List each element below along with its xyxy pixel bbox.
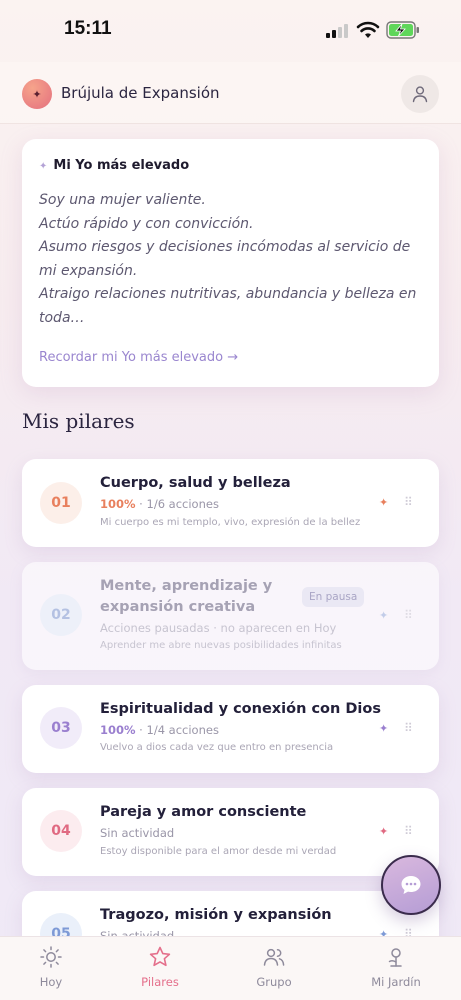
drag-handle-icon[interactable]: ⠿ (404, 495, 413, 509)
nav-item-mi-jardin[interactable]: Mi Jardín (351, 945, 441, 989)
pillar-title: Espiritualidad y conexión con Dios (100, 701, 381, 717)
pillar-progress: 100% · 1/4 acciones (100, 723, 219, 737)
sparkle-icon: ✦ (39, 161, 48, 172)
sparkle-icon: ✦ (379, 722, 389, 735)
pillar-number: 02 (40, 594, 82, 636)
cellular-signal-icon (326, 24, 350, 38)
user-icon (412, 86, 428, 103)
nav-label: Mi Jardín (371, 975, 421, 989)
status-bar: 15:11 (0, 0, 461, 62)
pillar-description: Mi cuerpo es mi templo, vivo, expresión … (100, 517, 360, 528)
pillar-card-espiritualidad[interactable]: 03 Espiritualidad y conexión con Dios 10… (22, 685, 439, 773)
nav-item-grupo[interactable]: Grupo (229, 945, 319, 989)
progress-percent: 100% (100, 497, 136, 511)
pillar-progress: Sin actividad (100, 826, 175, 840)
status-time: 15:11 (64, 18, 112, 39)
sun-icon (40, 946, 62, 968)
plant-icon (388, 948, 402, 967)
app-header: ✦ Brújula de Expansión (0, 62, 461, 124)
pillar-title: Cuerpo, salud y belleza (100, 475, 291, 491)
battery-charging-icon (386, 21, 419, 39)
pillar-description: Aprender me abre nuevas posibilidades in… (100, 640, 342, 651)
star-icon (149, 946, 171, 967)
progress-percent: 100% (100, 723, 136, 737)
sparkle-icon: ✦ (379, 609, 389, 622)
pillar-card-mente[interactable]: 02 Mente, aprendizaje y expansión creati… (22, 562, 439, 670)
nav-item-pilares[interactable]: Pilares (115, 945, 205, 989)
wifi-icon (356, 21, 380, 38)
people-icon (263, 948, 285, 966)
sparkle-icon: ✦ (32, 87, 42, 101)
pillar-progress: Acciones pausadas · no aparecen en Hoy (100, 621, 337, 635)
pillar-title: Pareja y amor consciente (100, 804, 307, 820)
brand-logo: ✦ (22, 79, 52, 109)
statement-line: Asumo riesgos y decisiones incómodas al … (39, 239, 411, 279)
recall-higher-self-link[interactable]: Recordar mi Yo más elevado → (39, 350, 238, 365)
drag-handle-icon[interactable]: ⠿ (404, 824, 413, 838)
statement-line: Actúo rápido y con convicción. (39, 215, 254, 232)
sparkle-icon: ✦ (379, 496, 389, 509)
pillar-description: Vuelvo a dios cada vez que entro en pres… (100, 742, 334, 753)
statement-line: Soy una mujer valiente. (39, 192, 206, 208)
higher-self-card: ✦ Mi Yo más elevado Soy una mujer valient… (22, 139, 439, 387)
paused-badge: En pausa (302, 587, 365, 607)
statement-line: Atraigo relaciones nutritivas, abundanci… (39, 286, 417, 326)
higher-self-heading: ✦ Mi Yo más elevado (39, 158, 190, 173)
chat-bubble-icon (401, 876, 421, 894)
chat-fab-button[interactable] (381, 855, 441, 915)
pillar-progress: 100% · 1/6 acciones (100, 497, 219, 511)
pillar-title: Tragozo, misión y expansión (100, 907, 332, 923)
pillar-title: Mente, aprendizaje y expansión creativa (100, 578, 273, 615)
drag-handle-icon[interactable]: ⠿ (404, 608, 413, 622)
drag-handle-icon[interactable]: ⠿ (404, 721, 413, 735)
pillar-number: 01 (40, 482, 82, 524)
pillar-number: 03 (40, 707, 82, 749)
pillar-number: 04 (40, 810, 82, 852)
pillar-description: Estoy disponible para el amor desde mi v… (100, 846, 337, 857)
nav-label: Pilares (141, 975, 179, 989)
pillar-card-pareja[interactable]: 04 Pareja y amor consciente Sin activida… (22, 788, 439, 876)
profile-button[interactable] (401, 75, 439, 113)
app-title: Brújula de Expansión (61, 84, 220, 102)
sparkle-icon: ✦ (379, 825, 389, 838)
nav-item-hoy[interactable]: Hoy (6, 945, 96, 989)
nav-label: Hoy (39, 975, 63, 989)
higher-self-statement: Soy una mujer valiente. Actúo rápido y c… (39, 189, 424, 331)
nav-label: Grupo (256, 975, 292, 989)
bottom-navigation: Hoy Pilares Grupo Mi Jardín (0, 936, 461, 1000)
pillars-section-title: Mis pilares (22, 409, 135, 433)
pillar-card-cuerpo[interactable]: 01 Cuerpo, salud y belleza 100% · 1/6 ac… (22, 459, 439, 547)
